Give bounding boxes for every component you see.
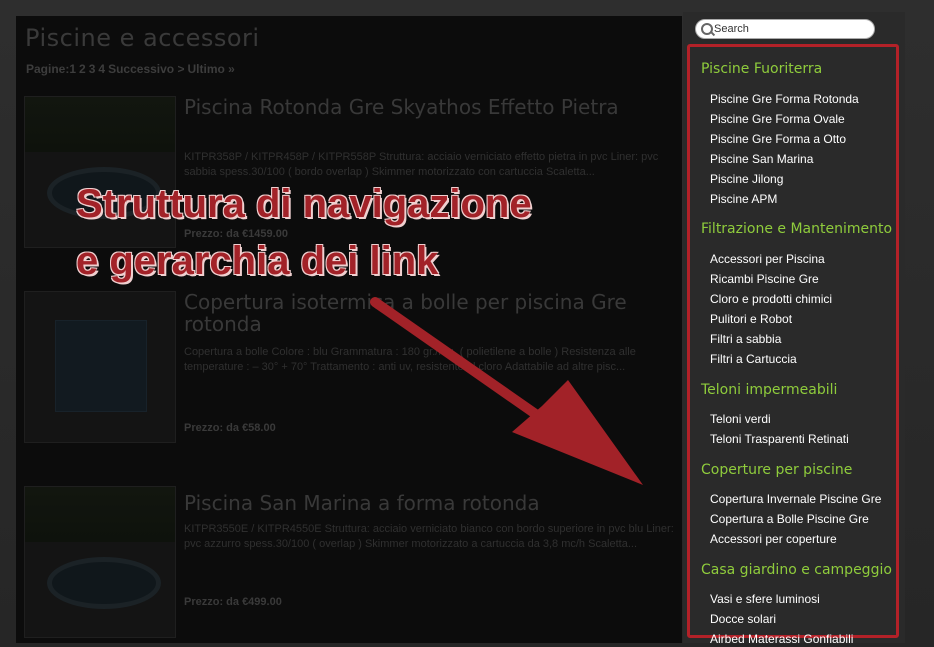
category-link[interactable]: Docce solari: [710, 612, 776, 626]
category-link[interactable]: Teloni Trasparenti Retinati: [710, 432, 849, 446]
category-link[interactable]: Piscine Gre Forma Ovale: [710, 112, 845, 126]
category-link[interactable]: Airbed Materassi Gonfiabili: [710, 632, 853, 646]
category-navigation: Piscine Fuoriterra Piscine Gre Forma Rot…: [687, 44, 899, 646]
arrow-head: [512, 380, 643, 485]
category-link[interactable]: Accessori per coperture: [710, 532, 837, 546]
category-link[interactable]: Cloro e prodotti chimici: [710, 292, 832, 306]
category-link[interactable]: Accessori per Piscina: [710, 252, 825, 266]
category-link[interactable]: Copertura a Bolle Piscine Gre: [710, 512, 869, 526]
category-link[interactable]: Vasi e sfere luminosi: [710, 592, 820, 606]
category-link[interactable]: Teloni verdi: [710, 412, 771, 426]
sidebar: Piscine Fuoriterra Piscine Gre Forma Rot…: [683, 12, 905, 646]
annotation-line-2: e gerarchia dei link: [76, 239, 439, 283]
category-link[interactable]: Piscine APM: [710, 192, 777, 206]
category-title[interactable]: Coperture per piscine: [701, 462, 852, 478]
search-input[interactable]: [714, 21, 864, 36]
category-link[interactable]: Pulitori e Robot: [710, 312, 792, 326]
category-link[interactable]: Filtri a sabbia: [710, 332, 781, 346]
category-link[interactable]: Piscine Jilong: [710, 172, 783, 186]
category-link[interactable]: Filtri a Cartuccia: [710, 352, 797, 366]
category-link[interactable]: Copertura Invernale Piscine Gre: [710, 492, 881, 506]
category-link[interactable]: Ricambi Piscine Gre: [710, 272, 819, 286]
category-title[interactable]: Casa giardino e campeggio: [701, 562, 892, 578]
category-title[interactable]: Filtrazione e Mantenimento: [701, 221, 892, 237]
category-link[interactable]: Piscine Gre Forma a Otto: [710, 132, 846, 146]
category-link[interactable]: Piscine San Marina: [710, 152, 813, 166]
annotation-line-1: Struttura di navigazione: [76, 182, 532, 226]
category-title[interactable]: Piscine Fuoriterra: [701, 61, 822, 77]
annotation-text: Struttura di navigazione e gerarchia dei…: [76, 176, 532, 290]
category-title[interactable]: Teloni impermeabili: [701, 382, 837, 398]
search-icon: [701, 23, 713, 35]
search-box: [695, 19, 875, 39]
category-link[interactable]: Piscine Gre Forma Rotonda: [710, 92, 859, 106]
